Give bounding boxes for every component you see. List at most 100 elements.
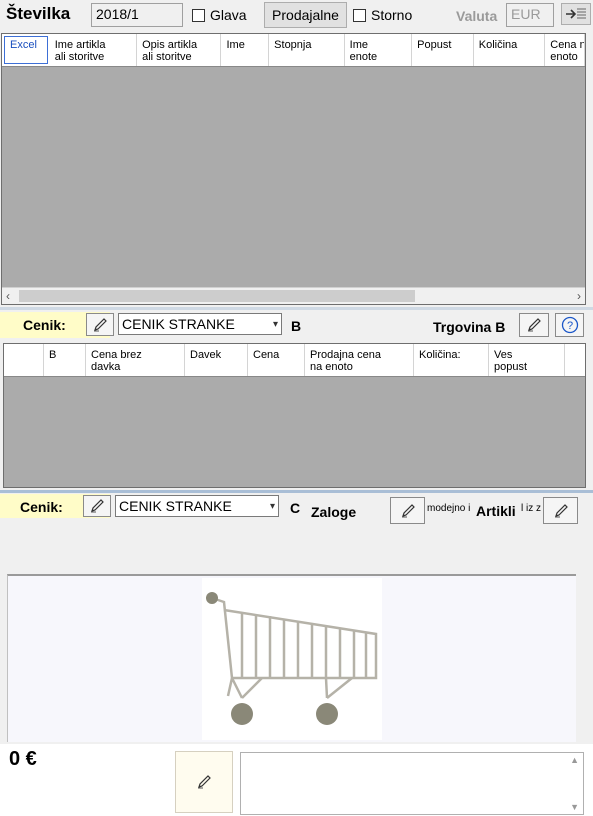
main-column-header[interactable]: Cena n enoto [545,34,585,66]
section-b-letter: B [291,318,302,334]
horizontal-scrollbar[interactable]: ‹ › [2,287,585,304]
storno-checkbox[interactable]: Storno [353,7,412,23]
scrollbar-thumb[interactable] [19,290,415,302]
glava-label: Glava [210,7,247,23]
storno-checkbox-box[interactable] [353,8,366,22]
cenik-c-value: CENIK STRANKE [119,498,232,514]
column-header-line: Ime artikla [54,39,106,51]
chevron-down-icon: ▾ [272,318,278,330]
main-column-header[interactable]: Ime enote [345,34,413,66]
main-column-header[interactable]: Popust [412,34,474,66]
section-b-divider [0,307,593,310]
column-header-line: popust [494,361,528,373]
pencil-icon [528,318,541,332]
main-column-header[interactable]: Stopnja [269,34,345,66]
b-column-header[interactable]: Cena [248,344,305,376]
column-header-line: Excel [10,39,37,51]
main-column-header[interactable]: Opis artikla ali storitve [137,34,222,66]
section-c-letter: C [290,500,301,516]
items-grid[interactable]: Excel Ime artikla ali storitve Opis artikla… [1,33,586,305]
b-column-header[interactable]: Ves popust [489,344,565,376]
b-grid-header: B Cena brez davka Davek Cena Prodajna cena na … [4,344,585,377]
scroll-right-icon[interactable]: › [577,289,581,303]
column-header-line: Stopnja [274,39,312,51]
main-column-header[interactable]: Količina [474,34,546,66]
main-column-header[interactable]: Ime artikla ali storitve [50,34,138,66]
column-header-line: enote [349,51,378,63]
export-arrow-icon [566,8,586,19]
valuta-label: Valuta [456,8,498,24]
chevron-down-icon: ▾ [269,500,275,512]
column-header-line: davka [91,361,121,373]
b-column-header[interactable]: Cena brez davka [86,344,185,376]
glava-checkbox-box[interactable] [192,8,205,22]
zaloge-label: Zaloge [311,504,357,520]
column-header-line: Cena n [550,39,585,51]
section-c-divider [0,490,593,493]
scroll-up-icon[interactable]: ▲ [570,755,579,765]
column-header-line: Prodajna cena [310,349,381,361]
main-column-header[interactable]: Ime [221,34,270,66]
scroll-down-icon[interactable]: ▼ [570,802,579,812]
cenik-b-edit-button[interactable] [86,313,114,336]
pencil-icon [94,317,107,331]
column-header-line: Davek [190,349,222,361]
column-header-line: B [49,349,57,361]
b-column-header[interactable]: Prodajna cena na enoto [305,344,414,376]
valuta-field[interactable]: EUR [506,3,554,27]
pencil-icon [554,503,568,517]
glava-checkbox[interactable]: Glava [192,7,247,23]
trgovina-b-edit-button[interactable] [519,313,549,337]
column-header-line: Ime [226,39,245,51]
column-header-line: Cena [253,349,280,361]
items-grid-header: Excel Ime artikla ali storitve Opis artikla… [2,34,585,67]
artikli-edit-button[interactable] [543,497,578,524]
b-column-header[interactable]: B [44,344,86,376]
b-column-header[interactable]: Davek [185,344,248,376]
column-header-line: Ime [349,39,368,51]
column-header-line: na enoto [310,361,353,373]
cenik-c-select[interactable]: CENIK STRANKE ▾ [115,495,279,517]
export-button[interactable] [561,3,591,25]
cart-panel [7,574,576,742]
prodajalne-button[interactable]: Prodajalne [264,2,347,28]
pencil-icon [91,499,104,513]
cart-image [202,578,382,740]
cenik-b-select[interactable]: CENIK STRANKE ▾ [118,313,282,335]
column-header-line: enoto [550,51,578,63]
help-button[interactable]: ? [555,313,584,337]
shopping-cart-icon [206,592,378,725]
document-number-field[interactable]: 2018/1 [91,3,183,27]
pencil-icon [401,503,415,517]
note-textarea[interactable]: ▲ ▼ [240,752,584,815]
iz-label: l iz z [521,503,541,514]
cenik-c-label: Cenik: [20,499,63,515]
artikli-label: Artikli [476,503,516,519]
cenik-b-value: CENIK STRANKE [122,316,235,332]
column-header-line: Cena brez [91,349,142,361]
column-header-line: Popust [417,39,452,51]
storno-label: Storno [371,7,413,23]
column-header-line: ali storitve [54,51,105,63]
modejno-label: modejno i [427,503,471,514]
b-row-selector-header [4,344,44,376]
trgovina-b-label: Trgovina B [433,319,506,335]
note-edit-button[interactable] [175,751,233,813]
scroll-left-icon[interactable]: ‹ [6,289,10,303]
page-title: Številka [6,4,71,23]
total-amount: 0 € [9,748,37,770]
cenik-c-edit-button[interactable] [83,495,111,517]
column-header-line: Količina: [419,349,461,361]
excel-button[interactable]: Excel [4,36,48,64]
cenik-b-label: Cenik: [23,317,66,333]
column-header-line: Količina [478,39,518,51]
zaloge-edit-button[interactable] [390,497,425,524]
b-grid[interactable]: B Cena brez davka Davek Cena Prodajna cena na … [3,343,586,488]
svg-text:?: ? [566,320,572,332]
pencil-icon [198,775,211,789]
column-header-line: Ves [494,349,513,361]
column-header-line: Opis artikla [142,39,198,51]
help-icon: ? [561,316,578,334]
column-header-line: ali storitve [142,51,192,63]
b-column-header[interactable]: Količina: [414,344,489,376]
